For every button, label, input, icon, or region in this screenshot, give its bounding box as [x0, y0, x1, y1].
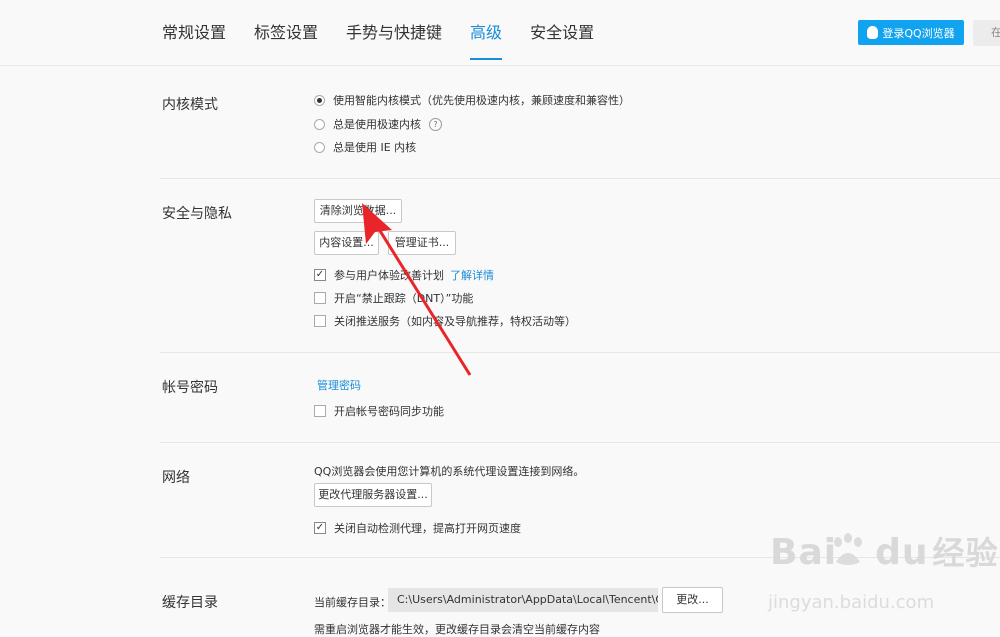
manage-certificates-button[interactable]: 管理证书...: [388, 231, 456, 255]
checkbox-unchecked-icon: [314, 405, 326, 417]
tab-general[interactable]: 常规设置: [162, 22, 226, 58]
cache-dir-label: 当前缓存目录：: [314, 596, 391, 609]
tab-security[interactable]: 安全设置: [530, 22, 594, 58]
manage-passwords-link[interactable]: 管理密码: [317, 377, 361, 393]
settings-tabs: 常规设置 标签设置 手势与快捷键 高级 安全设置: [162, 22, 622, 60]
tab-gestures[interactable]: 手势与快捷键: [346, 22, 442, 58]
search-input[interactable]: 在: [973, 20, 1000, 46]
network-description: QQ浏览器会使用您计算机的系统代理设置连接到网络。: [314, 465, 585, 478]
checkbox-unchecked-icon: [314, 315, 326, 327]
section-network-title: 网络: [162, 470, 190, 486]
radio-label: 总是使用极速内核: [333, 118, 421, 131]
radio-checked-icon: [314, 94, 325, 106]
section-divider: [160, 178, 1000, 179]
login-label: 登录QQ浏览器: [882, 26, 955, 40]
section-divider: [160, 442, 1000, 443]
baidu-paw-icon: [834, 533, 862, 565]
section-security-title: 安全与隐私: [162, 206, 232, 222]
qq-penguin-icon: [867, 26, 879, 39]
checkbox-ux-program[interactable]: ✓ 参与用户体验改善计划 了解详情: [314, 267, 494, 283]
learn-more-link[interactable]: 了解详情: [450, 267, 494, 283]
section-account-title: 帐号密码: [162, 380, 218, 396]
tab-advanced[interactable]: 高级: [470, 22, 503, 60]
change-cache-button[interactable]: 更改...: [662, 587, 723, 613]
cache-note: 需重启浏览器才能生效，更改缓存目录会清空当前缓存内容: [314, 623, 600, 636]
radio-ie-kernel[interactable]: 总是使用 IE 内核: [314, 139, 416, 155]
content-settings-button[interactable]: 内容设置...: [314, 231, 379, 255]
radio-unchecked-icon: [314, 141, 325, 153]
clear-browsing-data-button[interactable]: 清除浏览数据...: [314, 199, 402, 223]
checkbox-password-sync[interactable]: 开启帐号密码同步功能: [314, 403, 444, 419]
login-qq-button[interactable]: 登录QQ浏览器: [858, 20, 964, 45]
radio-smart-kernel[interactable]: 使用智能内核模式（优先使用极速内核，兼顾速度和兼容性）: [314, 92, 630, 108]
checkbox-dnt[interactable]: 开启“禁止跟踪（DNT）”功能: [314, 290, 473, 306]
radio-label: 使用智能内核模式（优先使用极速内核，兼顾速度和兼容性）: [333, 94, 630, 107]
section-divider: [160, 352, 1000, 353]
watermark-url: jingyan.baidu.com: [768, 592, 935, 613]
search-placeholder: 在: [991, 26, 1000, 39]
radio-label: 总是使用 IE 内核: [333, 141, 417, 154]
checkbox-unchecked-icon: [314, 292, 326, 304]
radio-speed-kernel[interactable]: 总是使用极速内核 ?: [314, 116, 442, 132]
checkbox-label: 开启“禁止跟踪（DNT）”功能: [334, 292, 474, 305]
radio-unchecked-icon: [314, 118, 325, 130]
checkbox-checked-icon: ✓: [314, 269, 326, 281]
checkbox-label: 关闭推送服务（如内容及导航推荐，特权活动等）: [334, 315, 576, 328]
baidu-jingyan-watermark: Bai du 经验: [770, 528, 999, 574]
change-proxy-button[interactable]: 更改代理服务器设置...: [314, 483, 432, 507]
section-cache-title: 缓存目录: [162, 595, 218, 611]
checkbox-checked-icon: ✓: [314, 522, 326, 534]
checkbox-auto-detect-proxy[interactable]: ✓ 关闭自动检测代理，提高打开网页速度: [314, 520, 521, 536]
top-divider: [0, 65, 1000, 66]
tab-tabs[interactable]: 标签设置: [254, 22, 318, 58]
help-icon[interactable]: ?: [429, 117, 442, 131]
watermark-brand2: du: [875, 532, 929, 573]
cache-path-field[interactable]: C:\Users\Administrator\AppData\Local\Ten…: [388, 588, 658, 612]
section-kernel-title: 内核模式: [162, 97, 218, 113]
checkbox-label: 关闭自动检测代理，提高打开网页速度: [334, 522, 521, 535]
watermark-cn: 经验: [932, 534, 999, 572]
checkbox-push[interactable]: 关闭推送服务（如内容及导航推荐，特权活动等）: [314, 313, 576, 329]
checkbox-label: 开启帐号密码同步功能: [334, 405, 444, 418]
checkbox-label: 参与用户体验改善计划: [334, 269, 444, 282]
top-bar: 常规设置 标签设置 手势与快捷键 高级 安全设置 登录QQ浏览器 在: [0, 0, 1000, 66]
